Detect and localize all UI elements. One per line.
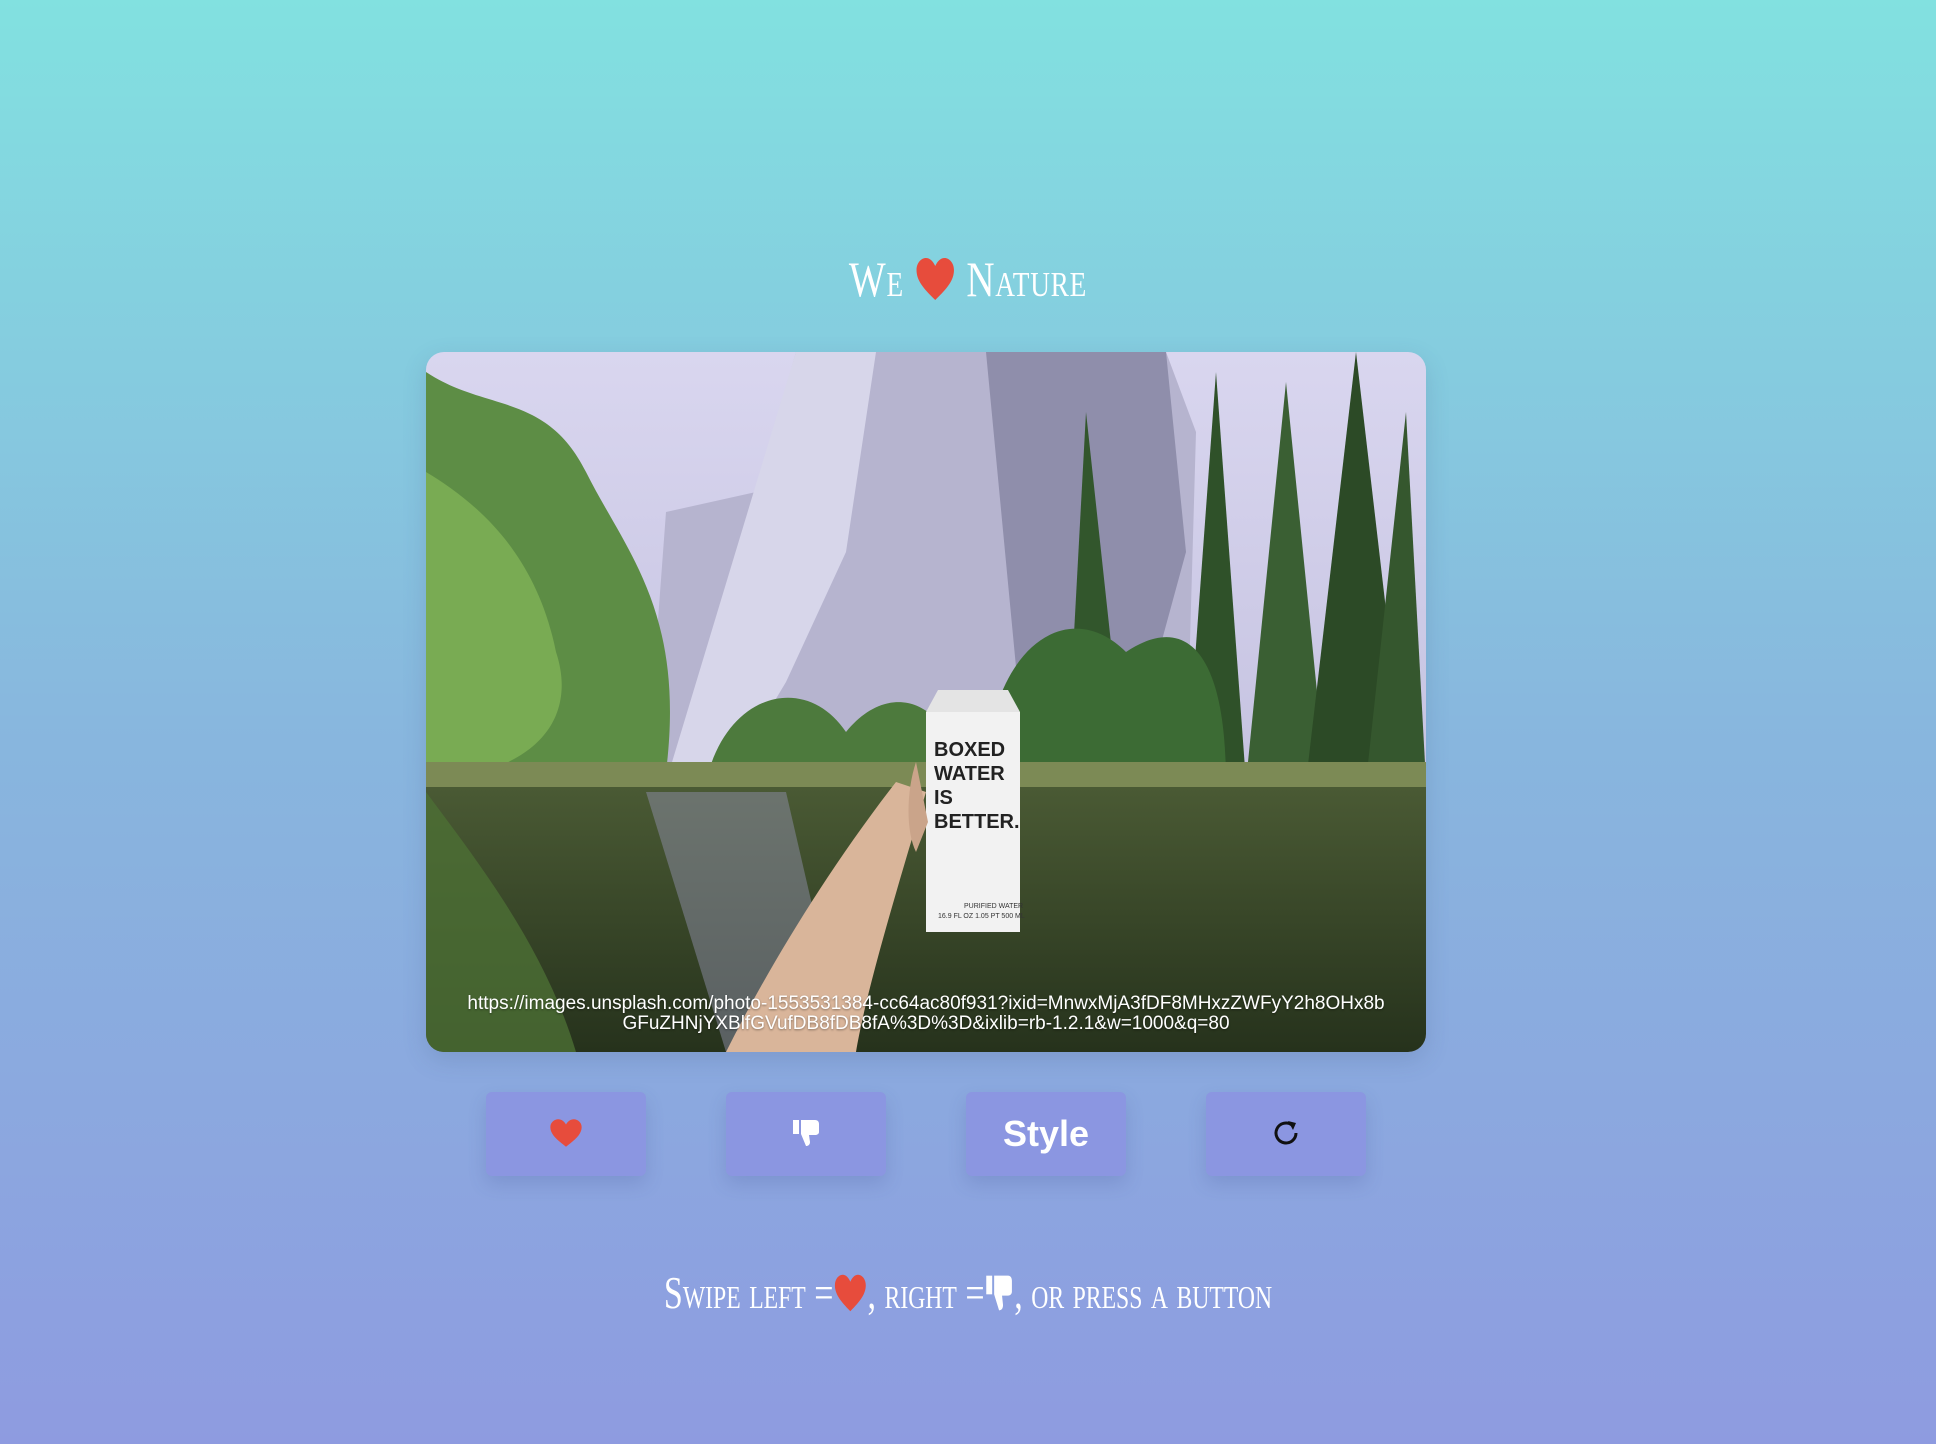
thumbs-down-icon xyxy=(791,1118,821,1151)
nature-photo: BOXED WATER IS BETTER. PURIFIED WATER 16… xyxy=(426,352,1426,1052)
dislike-button[interactable] xyxy=(726,1092,886,1176)
refresh-icon xyxy=(1270,1117,1302,1152)
carton-small-2: 16.9 FL OZ 1.05 PT 500 ML xyxy=(938,913,1025,920)
title-post: Nature xyxy=(966,251,1088,307)
refresh-button[interactable] xyxy=(1206,1092,1366,1176)
hint-part-2: , right = xyxy=(867,1267,985,1318)
carton-text-1: BOXED xyxy=(934,739,1005,761)
style-button[interactable]: Style xyxy=(966,1092,1126,1176)
like-button[interactable] xyxy=(486,1092,646,1176)
carton-text-2: WATER xyxy=(934,763,1005,785)
swipe-hint: Swipe left = , right = , or press a button xyxy=(252,1266,1685,1324)
hint-part-1: Swipe left = xyxy=(663,1267,834,1318)
heart-icon xyxy=(549,1118,583,1151)
title-pre: We xyxy=(848,251,904,307)
heart-icon xyxy=(915,256,956,314)
heart-icon xyxy=(833,1271,867,1324)
carton-small-1: PURIFIED WATER xyxy=(964,903,1023,910)
page-title: We Nature xyxy=(213,250,1723,314)
photo-card[interactable]: BOXED WATER IS BETTER. PURIFIED WATER 16… xyxy=(426,352,1426,1052)
image-url-caption: https://images.unsplash.com/photo-155353… xyxy=(467,993,1385,1034)
thumbs-down-icon xyxy=(985,1271,1015,1324)
carton-text-3: IS xyxy=(934,787,953,809)
carton-text-4: BETTER. xyxy=(934,811,1020,833)
hint-part-3: , or press a button xyxy=(1014,1267,1273,1318)
